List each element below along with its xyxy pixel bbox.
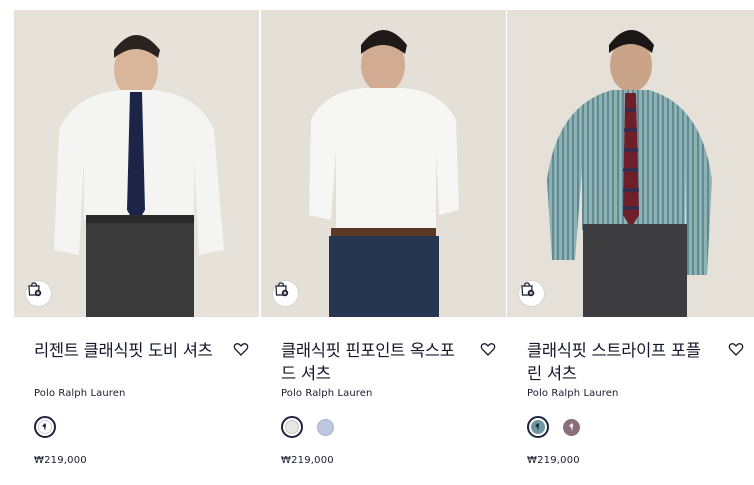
product-name[interactable]: 클래식핏 스트라이프 포플린 셔츠 <box>527 339 707 385</box>
wishlist-heart-icon <box>480 343 496 356</box>
product-card[interactable]: 리젠트 클래식핏 도비 셔츠 Polo Ralph Lauren ₩219,00… <box>14 10 259 485</box>
polo-player-logo-icon <box>568 423 573 431</box>
color-swatch-selected[interactable] <box>281 416 303 438</box>
color-swatch-selected[interactable] <box>34 416 56 438</box>
brand-name: Polo Ralph Lauren <box>527 388 619 399</box>
color-swatch[interactable] <box>563 418 580 436</box>
product-card[interactable]: 클래식핏 스트라이프 포플린 셔츠 Polo Ralph Lauren ₩219… <box>507 10 754 485</box>
color-swatch[interactable] <box>317 418 334 436</box>
model-photo-illustration <box>507 10 754 317</box>
polo-player-logo-icon <box>42 423 46 431</box>
product-grid: 리젠트 클래식핏 도비 셔츠 Polo Ralph Lauren ₩219,00… <box>14 10 754 485</box>
add-to-bag-icon <box>275 282 289 297</box>
add-to-bag-icon <box>521 282 535 297</box>
product-image[interactable] <box>14 10 259 317</box>
product-price: ₩219,000 <box>34 455 87 466</box>
wishlist-button[interactable] <box>728 341 744 357</box>
model-photo-illustration <box>14 10 259 317</box>
wishlist-heart-icon <box>728 343 744 356</box>
add-to-bag-icon <box>28 282 42 297</box>
add-to-bag-button[interactable] <box>273 281 298 306</box>
product-name[interactable]: 클래식핏 핀포인트 옥스포드 셔츠 <box>281 339 461 385</box>
model-photo-illustration <box>261 10 506 317</box>
wishlist-heart-icon <box>233 343 249 356</box>
polo-player-logo-icon <box>535 423 539 431</box>
color-swatches <box>527 415 580 439</box>
product-image[interactable] <box>261 10 506 317</box>
color-swatches <box>281 415 334 439</box>
product-name[interactable]: 리젠트 클래식핏 도비 셔츠 <box>34 339 214 362</box>
brand-name: Polo Ralph Lauren <box>34 388 126 399</box>
add-to-bag-button[interactable] <box>26 281 51 306</box>
wishlist-button[interactable] <box>233 341 249 357</box>
brand-name: Polo Ralph Lauren <box>281 388 373 399</box>
product-price: ₩219,000 <box>281 455 334 466</box>
wishlist-button[interactable] <box>480 341 496 357</box>
product-image[interactable] <box>507 10 754 317</box>
color-swatch-selected[interactable] <box>527 416 549 438</box>
color-swatches <box>34 415 56 439</box>
product-card[interactable]: 클래식핏 핀포인트 옥스포드 셔츠 Polo Ralph Lauren ₩219… <box>261 10 506 485</box>
add-to-bag-button[interactable] <box>519 281 544 306</box>
product-price: ₩219,000 <box>527 455 580 466</box>
